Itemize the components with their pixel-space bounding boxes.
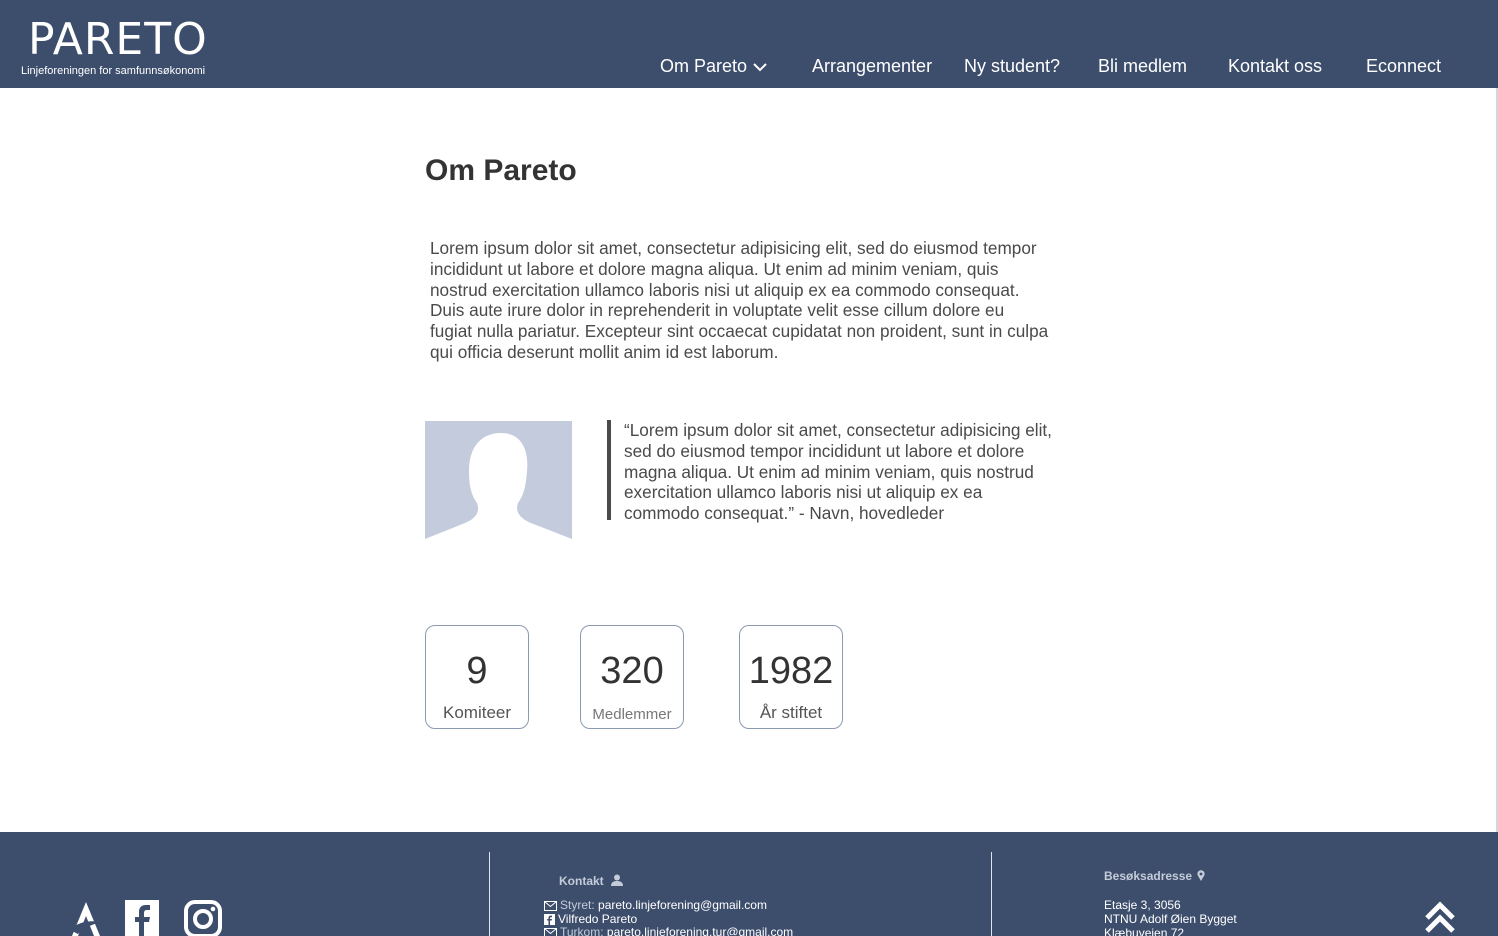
logo-wordmark: PARETO	[28, 14, 208, 65]
footer-divider	[489, 852, 490, 936]
facebook-small-icon	[544, 914, 555, 925]
contact-value: pareto.linjeforening.tur@gmail.com	[606, 925, 794, 936]
contact-line-styret[interactable]: Styret: pareto.linjeforening@gmail.com	[544, 898, 767, 912]
nav-item-econnect[interactable]: Econnect	[1366, 56, 1441, 77]
contact-prefix: Styret:	[560, 898, 599, 912]
stat-label: Komiteer	[442, 703, 512, 722]
site-header: PARETO Linjeforeningen for samfunnsøkono…	[0, 0, 1498, 88]
leader-avatar	[425, 421, 572, 559]
contact-line-turkom[interactable]: Turkom: pareto.linjeforening.tur@gmail.c…	[544, 925, 793, 936]
contact-heading: Kontakt	[559, 874, 624, 888]
double-chevron-up-icon	[1425, 901, 1455, 933]
stat-card-komiteer: 9 Komiteer	[425, 625, 529, 729]
address-heading: Besøksadresse	[1104, 869, 1206, 883]
facebook-icon	[125, 900, 159, 936]
contact-value: Vilfredo Pareto	[558, 912, 638, 926]
user-icon	[611, 874, 624, 886]
leader-quote: “Lorem ipsum dolor sit amet, consectetur…	[624, 420, 1052, 524]
stat-value: 320	[600, 650, 664, 692]
page-title: Om Pareto	[425, 154, 577, 187]
nav-item-ny-student[interactable]: Ny student?	[964, 56, 1060, 77]
intro-paragraph: Lorem ipsum dolor sit amet, consectetur …	[430, 238, 1049, 362]
facebook-link[interactable]	[125, 900, 159, 936]
nav-label: Om Pareto	[660, 56, 748, 76]
contact-heading-label: Kontakt	[559, 874, 604, 888]
stat-value: 9	[466, 650, 488, 692]
address-line: NTNU Adolf Øien Bygget	[1104, 912, 1237, 926]
address-line: Etasje 3, 3056	[1104, 898, 1181, 912]
location-pin-icon	[1197, 870, 1206, 881]
instagram-icon	[184, 900, 222, 936]
nav-item-bli-medlem[interactable]: Bli medlem	[1098, 56, 1187, 77]
stat-label: År stiftet	[759, 703, 823, 722]
stat-label: Medlemmer	[592, 706, 672, 723]
stat-card-ar-stiftet: 1982 År stiftet	[739, 625, 843, 729]
nav-item-om-pareto[interactable]: Om Pareto	[660, 56, 767, 77]
contact-line-facebook[interactable]: Vilfredo Pareto	[544, 912, 637, 926]
nav-item-kontakt-oss[interactable]: Kontakt oss	[1228, 56, 1322, 77]
stat-card-medlemmer: 320 Medlemmer	[580, 625, 684, 729]
mail-icon	[544, 901, 557, 911]
pareto-logo-link[interactable]	[68, 900, 104, 936]
instagram-link[interactable]	[184, 900, 222, 936]
address-line: Klæbuveien 72	[1104, 926, 1185, 936]
quote-accent-bar	[607, 420, 611, 520]
site-footer: Kontakt Styret: pareto.linjeforening@gma…	[0, 832, 1498, 936]
site-logo[interactable]: PARETO Linjeforeningen for samfunnsøkono…	[20, 12, 210, 82]
address-heading-label: Besøksadresse	[1104, 869, 1193, 883]
contact-value: pareto.linjeforening@gmail.com	[598, 898, 767, 912]
pareto-a-icon	[70, 902, 102, 936]
stat-value: 1982	[748, 650, 834, 692]
logo-subtitle: Linjeforeningen for samfunnsøkonomi	[21, 65, 206, 77]
footer-divider	[991, 852, 992, 936]
contact-prefix: Turkom:	[560, 925, 607, 936]
nav-item-arrangementer[interactable]: Arrangementer	[812, 56, 932, 77]
chevron-down-icon	[753, 63, 767, 72]
scroll-to-top-button[interactable]	[1424, 900, 1456, 936]
mail-icon	[544, 928, 557, 936]
